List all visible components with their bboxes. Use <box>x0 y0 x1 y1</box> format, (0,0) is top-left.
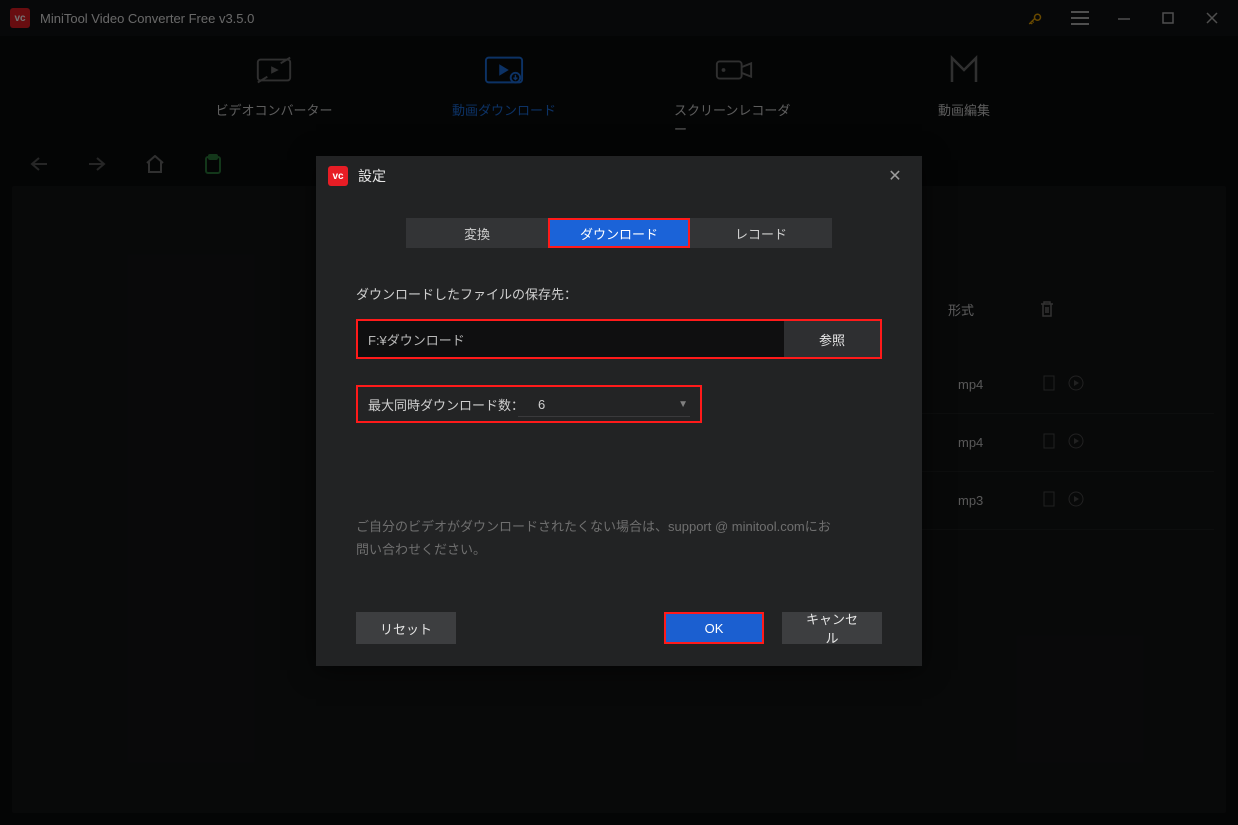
file-icon[interactable] <box>1042 491 1058 510</box>
play-circle-icon[interactable] <box>1068 491 1084 510</box>
chevron-down-icon: ▼ <box>678 399 688 410</box>
app-logo-icon: vc <box>10 8 30 28</box>
nav-download-label: 動画ダウンロード <box>452 100 556 119</box>
file-icon[interactable] <box>1042 375 1058 394</box>
tab-record[interactable]: レコード <box>690 218 832 248</box>
reset-button[interactable]: リセット <box>356 612 456 644</box>
file-icon[interactable] <box>1042 433 1058 452</box>
ok-button[interactable]: OK <box>664 612 764 644</box>
dialog-title: 設定 <box>358 166 386 186</box>
settings-dialog: vc 設定 ✕ 変換 ダウンロード レコード ダウンロードしたファイルの保存先：… <box>316 156 922 666</box>
nav-recorder-label: スクリーンレコーダー <box>674 100 794 138</box>
title-bar: vc MiniTool Video Converter Free v3.5.0 <box>0 0 1238 36</box>
tab-download[interactable]: ダウンロード <box>548 218 690 248</box>
forward-icon[interactable] <box>86 153 108 175</box>
dialog-tabs: 変換 ダウンロード レコード <box>316 218 922 248</box>
nav-editor[interactable]: 動画編集 <box>904 54 1024 142</box>
main-nav: ビデオコンバーター 動画ダウンロード スクリーンレコーダー 動画編集 <box>0 36 1238 142</box>
minimize-icon[interactable] <box>1102 0 1146 36</box>
nav-download[interactable]: 動画ダウンロード <box>444 54 564 142</box>
dialog-header: vc 設定 ✕ <box>316 156 922 196</box>
cancel-button[interactable]: キャンセル <box>782 612 882 644</box>
dialog-body: ダウンロードしたファイルの保存先： 参照 最大同時ダウンロード数： 6 ▼ ご自… <box>316 248 922 562</box>
editor-icon <box>944 54 984 86</box>
save-path-row: 参照 <box>356 319 882 359</box>
home-icon[interactable] <box>144 153 166 175</box>
clipboard-icon[interactable] <box>202 153 224 175</box>
recorder-icon <box>714 54 754 86</box>
maximize-icon[interactable] <box>1146 0 1190 36</box>
nav-recorder[interactable]: スクリーンレコーダー <box>674 54 794 142</box>
save-path-input[interactable] <box>358 321 784 357</box>
download-icon <box>484 54 524 86</box>
hamburger-icon[interactable] <box>1058 0 1102 36</box>
close-icon[interactable] <box>1190 0 1234 36</box>
key-icon[interactable] <box>1014 0 1058 36</box>
max-downloads-label: 最大同時ダウンロード数： <box>368 395 524 414</box>
dialog-logo-icon: vc <box>328 166 348 186</box>
col-format: 形式 <box>948 300 1008 338</box>
dialog-footer: リセット OK キャンセル <box>356 612 882 644</box>
back-icon[interactable] <box>28 153 50 175</box>
nav-converter[interactable]: ビデオコンバーター <box>214 54 334 142</box>
dialog-close-icon[interactable]: ✕ <box>880 161 910 191</box>
nav-editor-label: 動画編集 <box>938 100 990 119</box>
max-downloads-value: 6 <box>538 397 545 412</box>
max-downloads-dropdown[interactable]: 最大同時ダウンロード数： 6 ▼ <box>356 385 702 423</box>
play-circle-icon[interactable] <box>1068 375 1084 394</box>
save-path-label: ダウンロードしたファイルの保存先： <box>356 284 882 303</box>
tab-convert[interactable]: 変換 <box>406 218 548 248</box>
browse-button[interactable]: 参照 <box>784 321 880 357</box>
nav-converter-label: ビデオコンバーター <box>215 100 332 119</box>
app-title: MiniTool Video Converter Free v3.5.0 <box>40 11 254 26</box>
play-circle-icon[interactable] <box>1068 433 1084 452</box>
trash-icon[interactable] <box>1032 300 1062 338</box>
converter-icon <box>254 54 294 86</box>
support-note: ご自分のビデオがダウンロードされたくない場合は、support @ minito… <box>356 515 882 562</box>
